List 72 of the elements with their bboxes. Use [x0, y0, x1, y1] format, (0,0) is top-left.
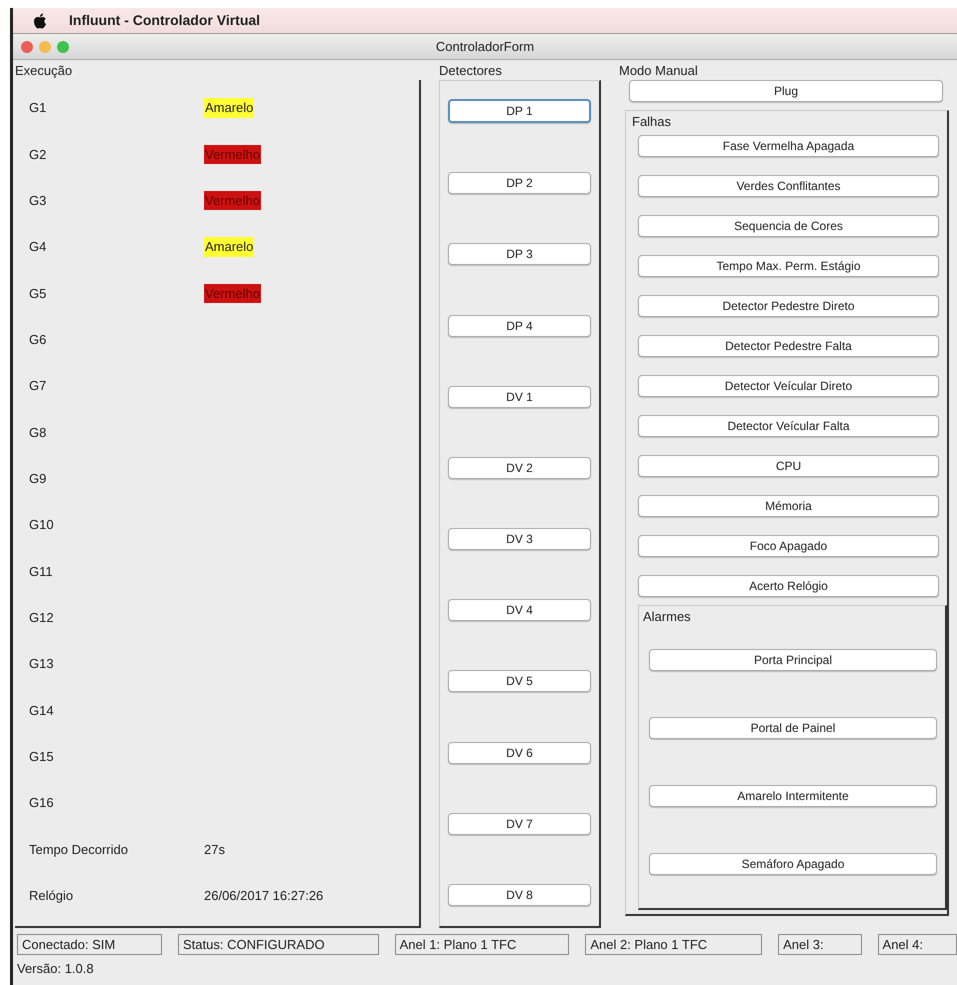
fault-button[interactable]: Acerto Relógio: [638, 575, 939, 597]
detector-button[interactable]: DP 3: [448, 243, 591, 266]
signal-indicator: Vermelho: [204, 284, 261, 304]
info-value: 27s: [204, 840, 226, 859]
group-label: G16: [29, 794, 55, 812]
panel-label: Execução: [15, 62, 74, 80]
group-label: G6: [29, 330, 48, 349]
group-label: G3: [29, 192, 48, 210]
window-title: ControladorForm: [436, 38, 534, 54]
panel-label: Modo Manual: [619, 62, 699, 80]
fault-button[interactable]: Foco Apagado: [638, 535, 939, 557]
alarm-button[interactable]: Semáforo Apagado: [649, 853, 937, 875]
version-label: Versão: 1.0.8: [16, 960, 95, 978]
alarm-button[interactable]: Portal de Painel: [649, 717, 937, 739]
signal-indicator: Vermelho: [204, 190, 261, 210]
group-label: G4: [29, 238, 48, 256]
detector-button[interactable]: DV 6: [448, 742, 591, 764]
group-label: G14: [29, 702, 55, 720]
fault-button[interactable]: Fase Vermelha Apagada: [638, 135, 939, 157]
fault-button[interactable]: Detector Pedestre Direto: [638, 295, 939, 317]
status-field: Anel 1: Plano 1 TFC: [394, 934, 570, 955]
fault-button[interactable]: Tempo Max. Perm. Estágio: [638, 255, 939, 277]
status-field: Anel 2: Plano 1 TFC: [585, 934, 762, 955]
status-field: Conectado: SIM: [17, 934, 162, 955]
panel-label: Detectores: [439, 62, 503, 80]
fault-button[interactable]: Detector Pedestre Falta: [638, 335, 939, 357]
close-button[interactable]: [21, 40, 33, 52]
group-label: G9: [29, 470, 48, 488]
detector-button[interactable]: DV 3: [448, 528, 591, 550]
detector-button[interactable]: DV 1: [448, 386, 591, 408]
group-label: G13: [29, 655, 55, 674]
status-field: Anel 3:: [778, 934, 862, 955]
info-label: Tempo Decorrido: [29, 840, 129, 859]
alarm-button[interactable]: Porta Principal: [649, 649, 937, 671]
info-value: 26/06/2017 16:27:26: [204, 887, 324, 906]
app-title: Influunt - Controlador Virtual: [69, 11, 260, 30]
section-label: Alarmes: [643, 608, 692, 626]
group-label: G1: [29, 99, 48, 118]
fault-button[interactable]: CPU: [638, 455, 939, 477]
group-label: G2: [29, 146, 48, 164]
detector-button[interactable]: DV 4: [448, 599, 591, 622]
minimize-button[interactable]: [39, 40, 51, 52]
apple-icon[interactable]: [33, 12, 47, 28]
detector-button[interactable]: DP 4: [448, 314, 591, 337]
fault-button[interactable]: Detector Veícular Falta: [638, 415, 939, 437]
group-label: G10: [29, 516, 55, 534]
signal-indicator: Amarelo: [204, 237, 254, 257]
group-label: G7: [29, 377, 48, 396]
detector-button[interactable]: DV 5: [448, 670, 591, 692]
signal-indicator: Vermelho: [204, 144, 261, 164]
alarm-button[interactable]: Amarelo Intermitente: [649, 785, 937, 807]
group-label: G8: [29, 424, 48, 442]
detector-button[interactable]: DV 8: [448, 884, 591, 906]
zoom-button[interactable]: [57, 40, 69, 52]
detector-button[interactable]: DV 7: [448, 812, 591, 835]
signal-indicator: Amarelo: [204, 98, 254, 118]
detector-button[interactable]: DP 1: [448, 99, 591, 123]
section-label: Falhas: [632, 113, 672, 131]
group-label: G15: [29, 748, 55, 766]
status-field: Anel 4:: [878, 934, 957, 955]
fault-button[interactable]: Verdes Conflitantes: [638, 175, 939, 197]
group-label: G12: [29, 609, 55, 628]
info-label: Relógio: [29, 887, 74, 906]
group-label: G5: [29, 284, 48, 303]
fault-button[interactable]: Mémoria: [638, 495, 939, 517]
status-field: Status: CONFIGURADO: [178, 934, 379, 955]
detector-button[interactable]: DP 2: [448, 172, 591, 194]
detector-button[interactable]: DV 2: [448, 456, 591, 479]
group-label: G11: [29, 562, 54, 581]
plug-button[interactable]: Plug: [629, 80, 943, 102]
fault-button[interactable]: Detector Veícular Direto: [638, 375, 939, 397]
fault-button[interactable]: Sequencia de Cores: [638, 215, 939, 237]
